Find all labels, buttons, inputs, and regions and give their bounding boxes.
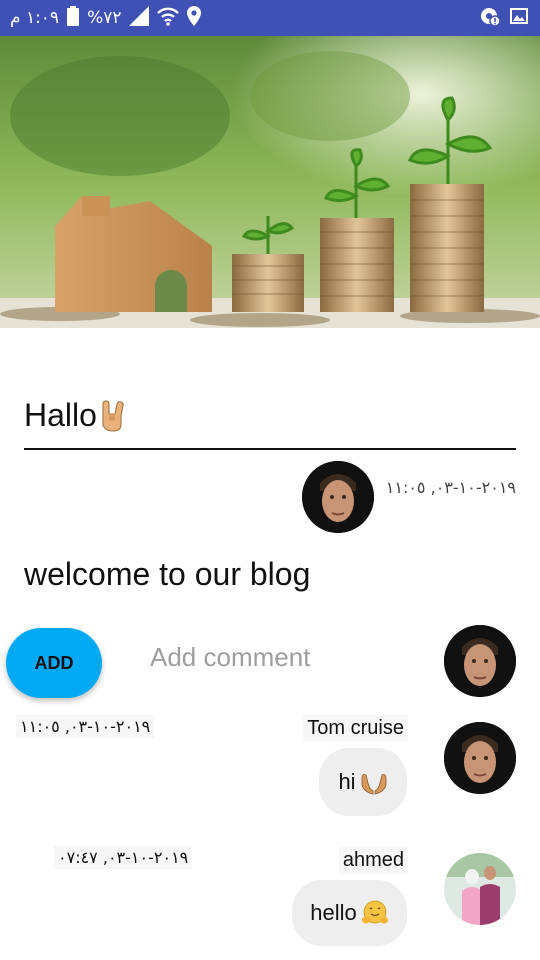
open-hands-emoji-icon <box>360 769 388 795</box>
status-right <box>480 6 528 30</box>
comment-text: hi <box>338 769 356 794</box>
comment-input[interactable]: Add comment <box>150 642 310 673</box>
location-icon <box>187 5 202 31</box>
hugging-face-emoji-icon <box>361 900 389 926</box>
comment-author-name: ahmed <box>338 847 408 874</box>
comment-date: ٢٠١٩-١٠-٠٣, ٠٧:٤٧ <box>54 846 193 869</box>
cell-signal-icon <box>129 5 150 31</box>
sign-of-the-horns-emoji-icon <box>97 400 127 432</box>
status-bar: ١:٠٩ م %٧٢ <box>0 0 540 36</box>
post-title-row: Hallo <box>24 392 516 450</box>
battery-percent: %٧٢ <box>87 8 122 28</box>
wifi-icon <box>157 6 180 31</box>
comment-text: hello <box>310 900 357 925</box>
battery-icon <box>67 5 80 31</box>
post-body: welcome to our blog <box>24 556 311 592</box>
comment-bubble: hello <box>292 880 407 946</box>
comment-date: ٢٠١٩-١٠-٠٣, ١١:٠٥ <box>16 715 155 738</box>
post-cover-image <box>0 36 540 328</box>
post-date: ٢٠١٩-١٠-٠٣, ١١:٠٥ <box>385 478 516 497</box>
comment-bubble: hi <box>319 748 407 816</box>
status-left: ١:٠٩ م %٧٢ <box>10 5 202 31</box>
comment-author-name: Tom cruise <box>303 715 408 742</box>
commenter-avatar[interactable] <box>444 853 516 925</box>
current-user-avatar <box>444 625 516 697</box>
status-time: ١:٠٩ م <box>10 8 60 28</box>
post-title: Hallo <box>24 397 97 433</box>
commenter-avatar[interactable] <box>444 722 516 794</box>
post-author-avatar[interactable] <box>302 461 374 533</box>
image-notification-icon <box>510 8 528 28</box>
add-comment-button[interactable]: ADD <box>6 628 102 698</box>
settings-notification-icon <box>480 6 501 30</box>
